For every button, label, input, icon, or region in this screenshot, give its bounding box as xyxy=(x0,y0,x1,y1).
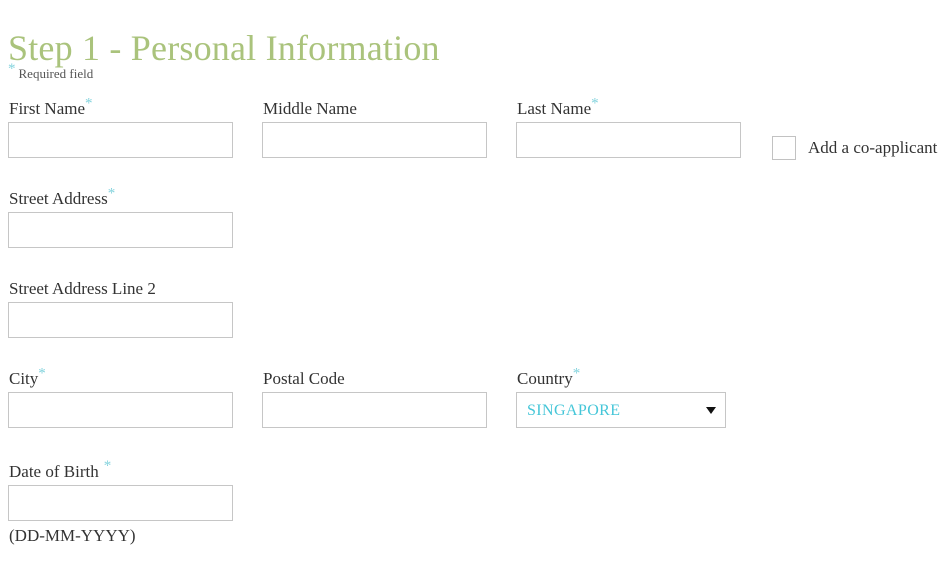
field-first-name: First Name* xyxy=(8,96,233,158)
field-middle-name: Middle Name xyxy=(262,99,487,158)
required-field-note: * Required field xyxy=(8,61,94,82)
field-street-address-line-2: Street Address Line 2 xyxy=(8,279,233,338)
date-of-birth-label: Date of Birth * xyxy=(9,459,233,482)
required-asterisk-icon: * xyxy=(572,365,581,382)
middle-name-label-text: Middle Name xyxy=(263,99,357,118)
field-last-name: Last Name* xyxy=(516,96,741,158)
country-label-text: Country xyxy=(517,369,573,388)
date-of-birth-label-text: Date of Birth xyxy=(9,462,99,481)
street-address-label: Street Address* xyxy=(9,186,233,209)
city-input[interactable] xyxy=(8,392,233,428)
street-address-line-2-label-text: Street Address Line 2 xyxy=(9,279,156,298)
add-co-applicant-label: Add a co-applicant xyxy=(808,138,938,157)
street-address-line-2-input[interactable] xyxy=(8,302,233,338)
date-of-birth-format-hint: (DD-MM-YYYY) xyxy=(9,526,136,545)
first-name-label: First Name* xyxy=(9,96,233,119)
required-asterisk-icon: * xyxy=(103,458,112,475)
country-select[interactable]: SINGAPORE xyxy=(516,392,726,428)
middle-name-label: Middle Name xyxy=(263,99,487,119)
personal-information-form: Step 1 - Personal Information * Required … xyxy=(0,0,949,565)
first-name-label-text: First Name xyxy=(9,99,86,118)
required-field-note-label: Required field xyxy=(18,66,94,81)
street-address-input[interactable] xyxy=(8,212,233,248)
last-name-label: Last Name* xyxy=(517,96,741,119)
chevron-down-icon xyxy=(706,407,716,414)
required-asterisk-icon: * xyxy=(8,60,16,77)
postal-code-input[interactable] xyxy=(262,392,487,428)
date-of-birth-input[interactable] xyxy=(8,485,233,521)
street-address-line-2-label: Street Address Line 2 xyxy=(9,279,233,299)
required-asterisk-icon: * xyxy=(85,95,93,112)
field-city: City* xyxy=(8,366,233,428)
street-address-label-text: Street Address xyxy=(9,189,108,208)
last-name-input[interactable] xyxy=(516,122,741,158)
field-street-address: Street Address* xyxy=(8,186,233,248)
first-name-input[interactable] xyxy=(8,122,233,158)
postal-code-label: Postal Code xyxy=(263,369,487,389)
field-date-of-birth: Date of Birth * (DD-MM-YYYY) xyxy=(8,459,233,546)
required-asterisk-icon: * xyxy=(107,185,116,202)
add-co-applicant-row[interactable]: Add a co-applicant xyxy=(772,136,937,160)
postal-code-label-text: Postal Code xyxy=(263,369,345,388)
city-label-text: City xyxy=(9,369,39,388)
required-asterisk-icon: * xyxy=(591,95,599,112)
last-name-label-text: Last Name xyxy=(517,99,592,118)
country-select-value: SINGAPORE xyxy=(527,402,621,419)
country-label: Country* xyxy=(517,366,726,389)
required-asterisk-icon: * xyxy=(38,365,46,382)
city-label: City* xyxy=(9,366,233,389)
field-postal-code: Postal Code xyxy=(262,369,487,428)
page-title: Step 1 - Personal Information xyxy=(8,28,440,69)
middle-name-input[interactable] xyxy=(262,122,487,158)
add-co-applicant-checkbox[interactable] xyxy=(772,136,796,160)
field-country: Country* SINGAPORE xyxy=(516,366,726,428)
